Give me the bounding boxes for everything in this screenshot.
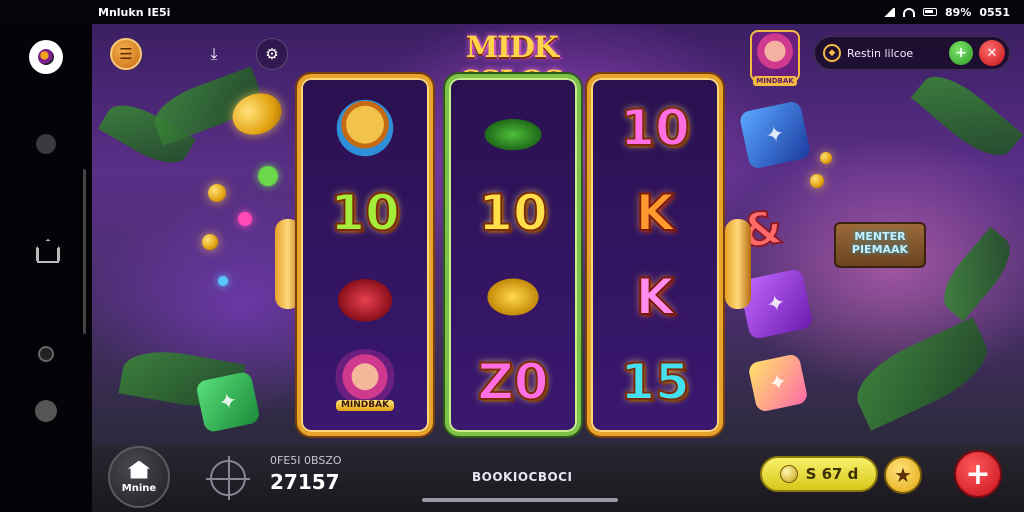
- green-gem: [258, 166, 278, 186]
- letter-symbol: K: [635, 268, 676, 327]
- home-label: Mnine: [121, 482, 157, 494]
- phone-screen: Mnlukn IE5i 89% 0551 ✦ ✦ ✦ ✦ & MENTER PI…: [0, 0, 1024, 512]
- ampersand-shield-symbol-art: [332, 264, 398, 331]
- game-area: ✦ ✦ ✦ ✦ & MENTER PIEMAAK ☰ ⤓ ⚙ MIDK SSLO…: [92, 24, 1024, 446]
- reel-3[interactable]: 10 K K 15: [587, 74, 723, 436]
- symbol-plate: MINDBAK: [335, 399, 395, 411]
- status-left-text: Mnlukn IE5i: [98, 5, 171, 19]
- promo-banner[interactable]: ◆ Restin lilcoe + ✕: [814, 36, 1010, 70]
- gold-coin: [810, 174, 824, 188]
- settings-icon: ⚙: [265, 45, 279, 63]
- star-button[interactable]: ★: [884, 456, 922, 494]
- bottom-title: BOOKIOCBOCI: [472, 470, 573, 484]
- bottom-control-bar: Mnine 0FE5I 0BSZO 27157 BOOKIOCBOCI S 67…: [92, 446, 1024, 512]
- bet-label: 0FE5I 0BSZO: [270, 454, 342, 467]
- crocodile-symbol-art: [480, 95, 546, 162]
- blue-gem: [218, 276, 228, 286]
- jungle-leaf: [932, 226, 1022, 322]
- plus-icon: +: [965, 456, 991, 492]
- gold-coin: [820, 152, 832, 164]
- reel-cell: Z0: [457, 343, 569, 421]
- jungle-leaf: [845, 317, 999, 431]
- character-avatar[interactable]: MINDBAK: [750, 30, 800, 86]
- crocodile-symbol: [457, 89, 569, 167]
- reel-2[interactable]: 10 Z0: [445, 74, 581, 436]
- jungle-leaf: [910, 63, 1024, 169]
- golden-character-symbol-art: [332, 95, 398, 162]
- promo-close-button[interactable]: ✕: [979, 40, 1005, 66]
- slot-reels: 10 MINDBAK 10 Z0 10 K K 15: [275, 74, 751, 436]
- number-symbol: Z0: [476, 352, 549, 411]
- reel-cell: K: [599, 174, 711, 252]
- spin-plus-button[interactable]: +: [954, 450, 1002, 498]
- menu-button[interactable]: ☰: [110, 38, 142, 70]
- nav-back-button[interactable]: [35, 400, 57, 422]
- pink-gem: [238, 212, 252, 226]
- ampersand-shield-symbol: [309, 258, 421, 336]
- gold-coin: [202, 234, 218, 250]
- download-icon: ⤓: [210, 44, 218, 63]
- reel-1[interactable]: 10 MINDBAK: [297, 74, 433, 436]
- letter-symbol: K: [635, 183, 676, 242]
- battery-icon: [923, 8, 938, 16]
- balance-pill[interactable]: S 67 d: [760, 456, 878, 492]
- yellow-dice: ✦: [747, 353, 809, 413]
- reel-cell: K: [599, 258, 711, 336]
- gesture-bar[interactable]: [422, 498, 618, 502]
- home-icon: [128, 460, 150, 479]
- app-logo-icon[interactable]: [29, 40, 63, 74]
- crosshair-icon[interactable]: [206, 456, 250, 500]
- scenery-sign: MENTER PIEMAAK: [834, 222, 926, 268]
- golden-egg-symbol: [457, 258, 569, 336]
- green-dice: ✦: [195, 370, 261, 434]
- status-bar: Mnlukn IE5i 89% 0551: [0, 0, 1024, 24]
- recents-dot-button[interactable]: [36, 134, 56, 154]
- navigation-rail: [0, 24, 92, 512]
- nav-home-icon[interactable]: [34, 239, 59, 263]
- rail-scroll-handle[interactable]: [83, 169, 86, 334]
- reel-cell: 10: [457, 174, 569, 252]
- mindbak-character-symbol: MINDBAK: [309, 343, 421, 421]
- avatar-plate: MINDBAK: [753, 76, 797, 86]
- number-symbol: 10: [477, 183, 549, 242]
- blue-dice: ✦: [738, 100, 812, 170]
- reel-cell: 10: [599, 89, 711, 167]
- status-right: 89% 0551: [883, 6, 1010, 19]
- bet-value: 27157: [270, 470, 340, 494]
- promo-text: Restin lilcoe: [847, 46, 914, 60]
- number-symbol: 10: [619, 99, 691, 158]
- gem-ring-icon: ◆: [823, 44, 841, 62]
- golden-character-symbol: [309, 89, 421, 167]
- balance-value: S 67 d: [805, 465, 859, 483]
- promo-add-button[interactable]: +: [949, 41, 973, 65]
- wifi-icon: [903, 7, 916, 17]
- golden-egg-symbol-art: [480, 264, 546, 331]
- battery-percent: 89%: [945, 5, 972, 19]
- number-symbol: 15: [619, 352, 691, 411]
- status-time: 0551: [979, 5, 1010, 19]
- number-symbol: 10: [329, 183, 401, 242]
- reel-cell: 15: [599, 343, 711, 421]
- star-icon: ★: [894, 463, 912, 487]
- signal-icon: [883, 7, 896, 17]
- menu-icon: ☰: [119, 45, 133, 63]
- reel-frame-handle-right: [725, 219, 751, 309]
- download-button[interactable]: ⤓: [198, 38, 230, 70]
- nav-circle-button[interactable]: [38, 346, 54, 362]
- reel-cell: 10: [309, 174, 421, 252]
- home-button[interactable]: Mnine: [108, 446, 170, 508]
- gold-coin: [208, 184, 226, 202]
- coin-icon: [779, 465, 798, 483]
- settings-button[interactable]: ⚙: [256, 38, 288, 70]
